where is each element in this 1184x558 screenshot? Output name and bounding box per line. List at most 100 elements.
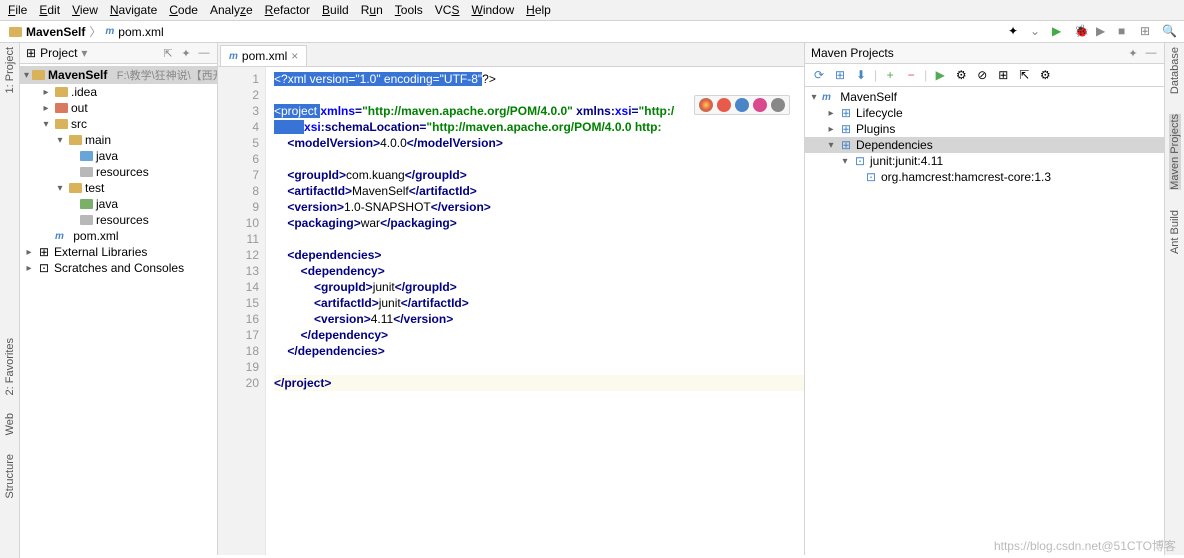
menu-code[interactable]: Code — [169, 3, 198, 17]
browser-icon[interactable] — [735, 98, 749, 112]
crumb-file[interactable]: pom.xml — [118, 25, 163, 39]
tree-label: resources — [96, 165, 149, 179]
tree-idea[interactable]: ▸.idea — [20, 84, 217, 100]
crumb-separator: 〉 — [89, 23, 101, 40]
download-icon[interactable]: ⬇ — [853, 67, 869, 83]
maven-root[interactable]: ▾m MavenSelf — [805, 89, 1164, 105]
collapse-all-icon[interactable]: ⇱ — [1016, 67, 1032, 83]
maven-label: junit:junit:4.11 — [870, 154, 943, 168]
right-tab-ant[interactable]: Ant Build — [1169, 210, 1181, 254]
execute-icon[interactable]: ⚙ — [953, 67, 969, 83]
settings-icon[interactable]: ✦ — [179, 46, 193, 60]
opera-icon[interactable] — [753, 98, 767, 112]
tree-external-libs[interactable]: ▸⊞External Libraries — [20, 244, 217, 260]
tree-pom[interactable]: m pom.xml — [20, 228, 217, 244]
settings-icon[interactable]: ✦ — [1126, 46, 1140, 60]
menu-edit[interactable]: Edit — [39, 3, 60, 17]
menu-run[interactable]: Run — [361, 3, 383, 17]
menu-file[interactable]: File — [8, 3, 27, 17]
toggle-offline-icon[interactable]: ⊘ — [974, 67, 990, 83]
code-content[interactable]: <?xml version="1.0" encoding="UTF-8"?> <… — [266, 67, 804, 555]
hide-icon[interactable]: — — [197, 46, 211, 60]
add-icon[interactable]: + — [882, 67, 898, 83]
breadcrumb-bar: MavenSelf 〉 m pom.xml ✦ ⌄ ▶ 🐞 ▶ ■ ⊞ 🔍 — [0, 21, 1184, 43]
left-tab-favorites[interactable]: 2: Favorites — [4, 338, 16, 395]
show-deps-icon[interactable]: ⊞ — [995, 67, 1011, 83]
tree-label: .idea — [71, 85, 97, 99]
browser-preview-bar — [694, 95, 790, 115]
tree-test-java[interactable]: java — [20, 196, 217, 212]
coverage-icon[interactable]: ▶ — [1096, 24, 1112, 40]
menu-vcs[interactable]: VCS — [435, 3, 460, 17]
project-tool-window: ⊞ Project ▾ ⇱ ✦ — ▾MavenSelf F:\教学\狂神说\【… — [20, 43, 218, 555]
browser-icon[interactable] — [717, 98, 731, 112]
menu-navigate[interactable]: Navigate — [110, 3, 157, 17]
tree-label: Scratches and Consoles — [54, 261, 184, 275]
menu-build[interactable]: Build — [322, 3, 349, 17]
right-tab-database[interactable]: Database — [1169, 47, 1181, 94]
collapse-icon[interactable]: ⇱ — [161, 46, 175, 60]
chrome-icon[interactable] — [699, 98, 713, 112]
maven-dep-hamcrest[interactable]: ⊡org.hamcrest:hamcrest-core:1.3 — [805, 169, 1164, 185]
crumb-project[interactable]: MavenSelf — [26, 25, 85, 39]
left-tab-project[interactable]: 1: Project — [4, 47, 16, 93]
compass-icon[interactable]: ✦ — [1008, 24, 1024, 40]
menu-help[interactable]: Help — [526, 3, 551, 17]
browser-icon[interactable] — [771, 98, 785, 112]
generate-sources-icon[interactable]: ⊞ — [832, 67, 848, 83]
tree-main-res[interactable]: resources — [20, 164, 217, 180]
tree-main-java[interactable]: java — [20, 148, 217, 164]
tree-label: main — [85, 133, 111, 147]
project-panel-header: ⊞ Project ▾ ⇱ ✦ — — [20, 43, 217, 64]
menu-window[interactable]: Window — [471, 3, 514, 17]
tree-label: pom.xml — [73, 229, 118, 243]
editor-tab-pom[interactable]: m pom.xml × — [220, 45, 307, 66]
close-icon[interactable]: × — [291, 49, 298, 63]
tree-src[interactable]: ▾src — [20, 116, 217, 132]
debug-icon[interactable]: 🐞 — [1074, 24, 1090, 40]
maven-label: org.hamcrest:hamcrest-core:1.3 — [881, 170, 1051, 184]
tree-test[interactable]: ▾test — [20, 180, 217, 196]
left-tab-web[interactable]: Web — [4, 413, 16, 435]
tree-scratches[interactable]: ▸⊡Scratches and Consoles — [20, 260, 217, 276]
run-icon[interactable]: ▶ — [932, 67, 948, 83]
project-tree[interactable]: ▾MavenSelf F:\教学\狂神说\【西开Java】1932JN代码 ▸.… — [20, 64, 217, 555]
layout-icon[interactable]: ⊞ — [1140, 24, 1156, 40]
stop-icon[interactable]: ■ — [1118, 24, 1134, 40]
right-tab-maven[interactable]: Maven Projects — [1169, 114, 1181, 190]
project-view-dropdown[interactable]: ▾ — [81, 46, 87, 60]
tree-test-res[interactable]: resources — [20, 212, 217, 228]
maven-dep-junit[interactable]: ▾⊡junit:junit:4.11 — [805, 153, 1164, 169]
menu-view[interactable]: View — [72, 3, 98, 17]
remove-icon[interactable]: − — [903, 67, 919, 83]
maven-panel-header: Maven Projects ✦ — — [805, 43, 1164, 64]
editor-area: m pom.xml × 1234567891011121314151617181… — [218, 43, 804, 555]
maven-label: Dependencies — [856, 138, 933, 152]
right-tool-strip: Database Maven Projects Ant Build — [1164, 43, 1184, 555]
left-tab-structure[interactable]: Structure — [4, 454, 16, 499]
maven-dependencies[interactable]: ▾⊞Dependencies — [805, 137, 1164, 153]
hide-icon[interactable]: — — [1144, 46, 1158, 60]
search-icon[interactable]: 🔍 — [1162, 24, 1178, 40]
menu-analyze[interactable]: Analyze — [210, 3, 253, 17]
tree-main[interactable]: ▾main — [20, 132, 217, 148]
scratch-icon: ⊡ — [37, 262, 51, 274]
code-editor[interactable]: 1234567891011121314151617181920 <?xml ve… — [218, 67, 804, 555]
run-toolbar: ✦ ⌄ ▶ 🐞 ▶ ■ ⊞ 🔍 — [1008, 24, 1178, 40]
maven-tree[interactable]: ▾m MavenSelf ▸⊞Lifecycle ▸⊞Plugins ▾⊞Dep… — [805, 87, 1164, 555]
left-bottom-strip: 2: Favorites Web Structure — [0, 338, 20, 558]
tab-label: pom.xml — [242, 49, 287, 63]
menu-refactor[interactable]: Refactor — [265, 3, 310, 17]
dropdown-icon[interactable]: ⌄ — [1030, 24, 1046, 40]
project-panel-title[interactable]: Project — [40, 46, 77, 60]
maven-plugins[interactable]: ▸⊞Plugins — [805, 121, 1164, 137]
maven-label: Lifecycle — [856, 106, 903, 120]
tree-root[interactable]: ▾MavenSelf F:\教学\狂神说\【西开Java】1932JN代码 — [20, 66, 217, 84]
maven-lifecycle[interactable]: ▸⊞Lifecycle — [805, 105, 1164, 121]
tree-root-path: F:\教学\狂神说\【西开Java】1932JN代码 — [117, 67, 217, 83]
tree-out[interactable]: ▸out — [20, 100, 217, 116]
reimport-icon[interactable]: ⟳ — [811, 67, 827, 83]
menu-tools[interactable]: Tools — [395, 3, 423, 17]
run-icon[interactable]: ▶ — [1052, 24, 1068, 40]
maven-settings-icon[interactable]: ⚙ — [1037, 67, 1053, 83]
